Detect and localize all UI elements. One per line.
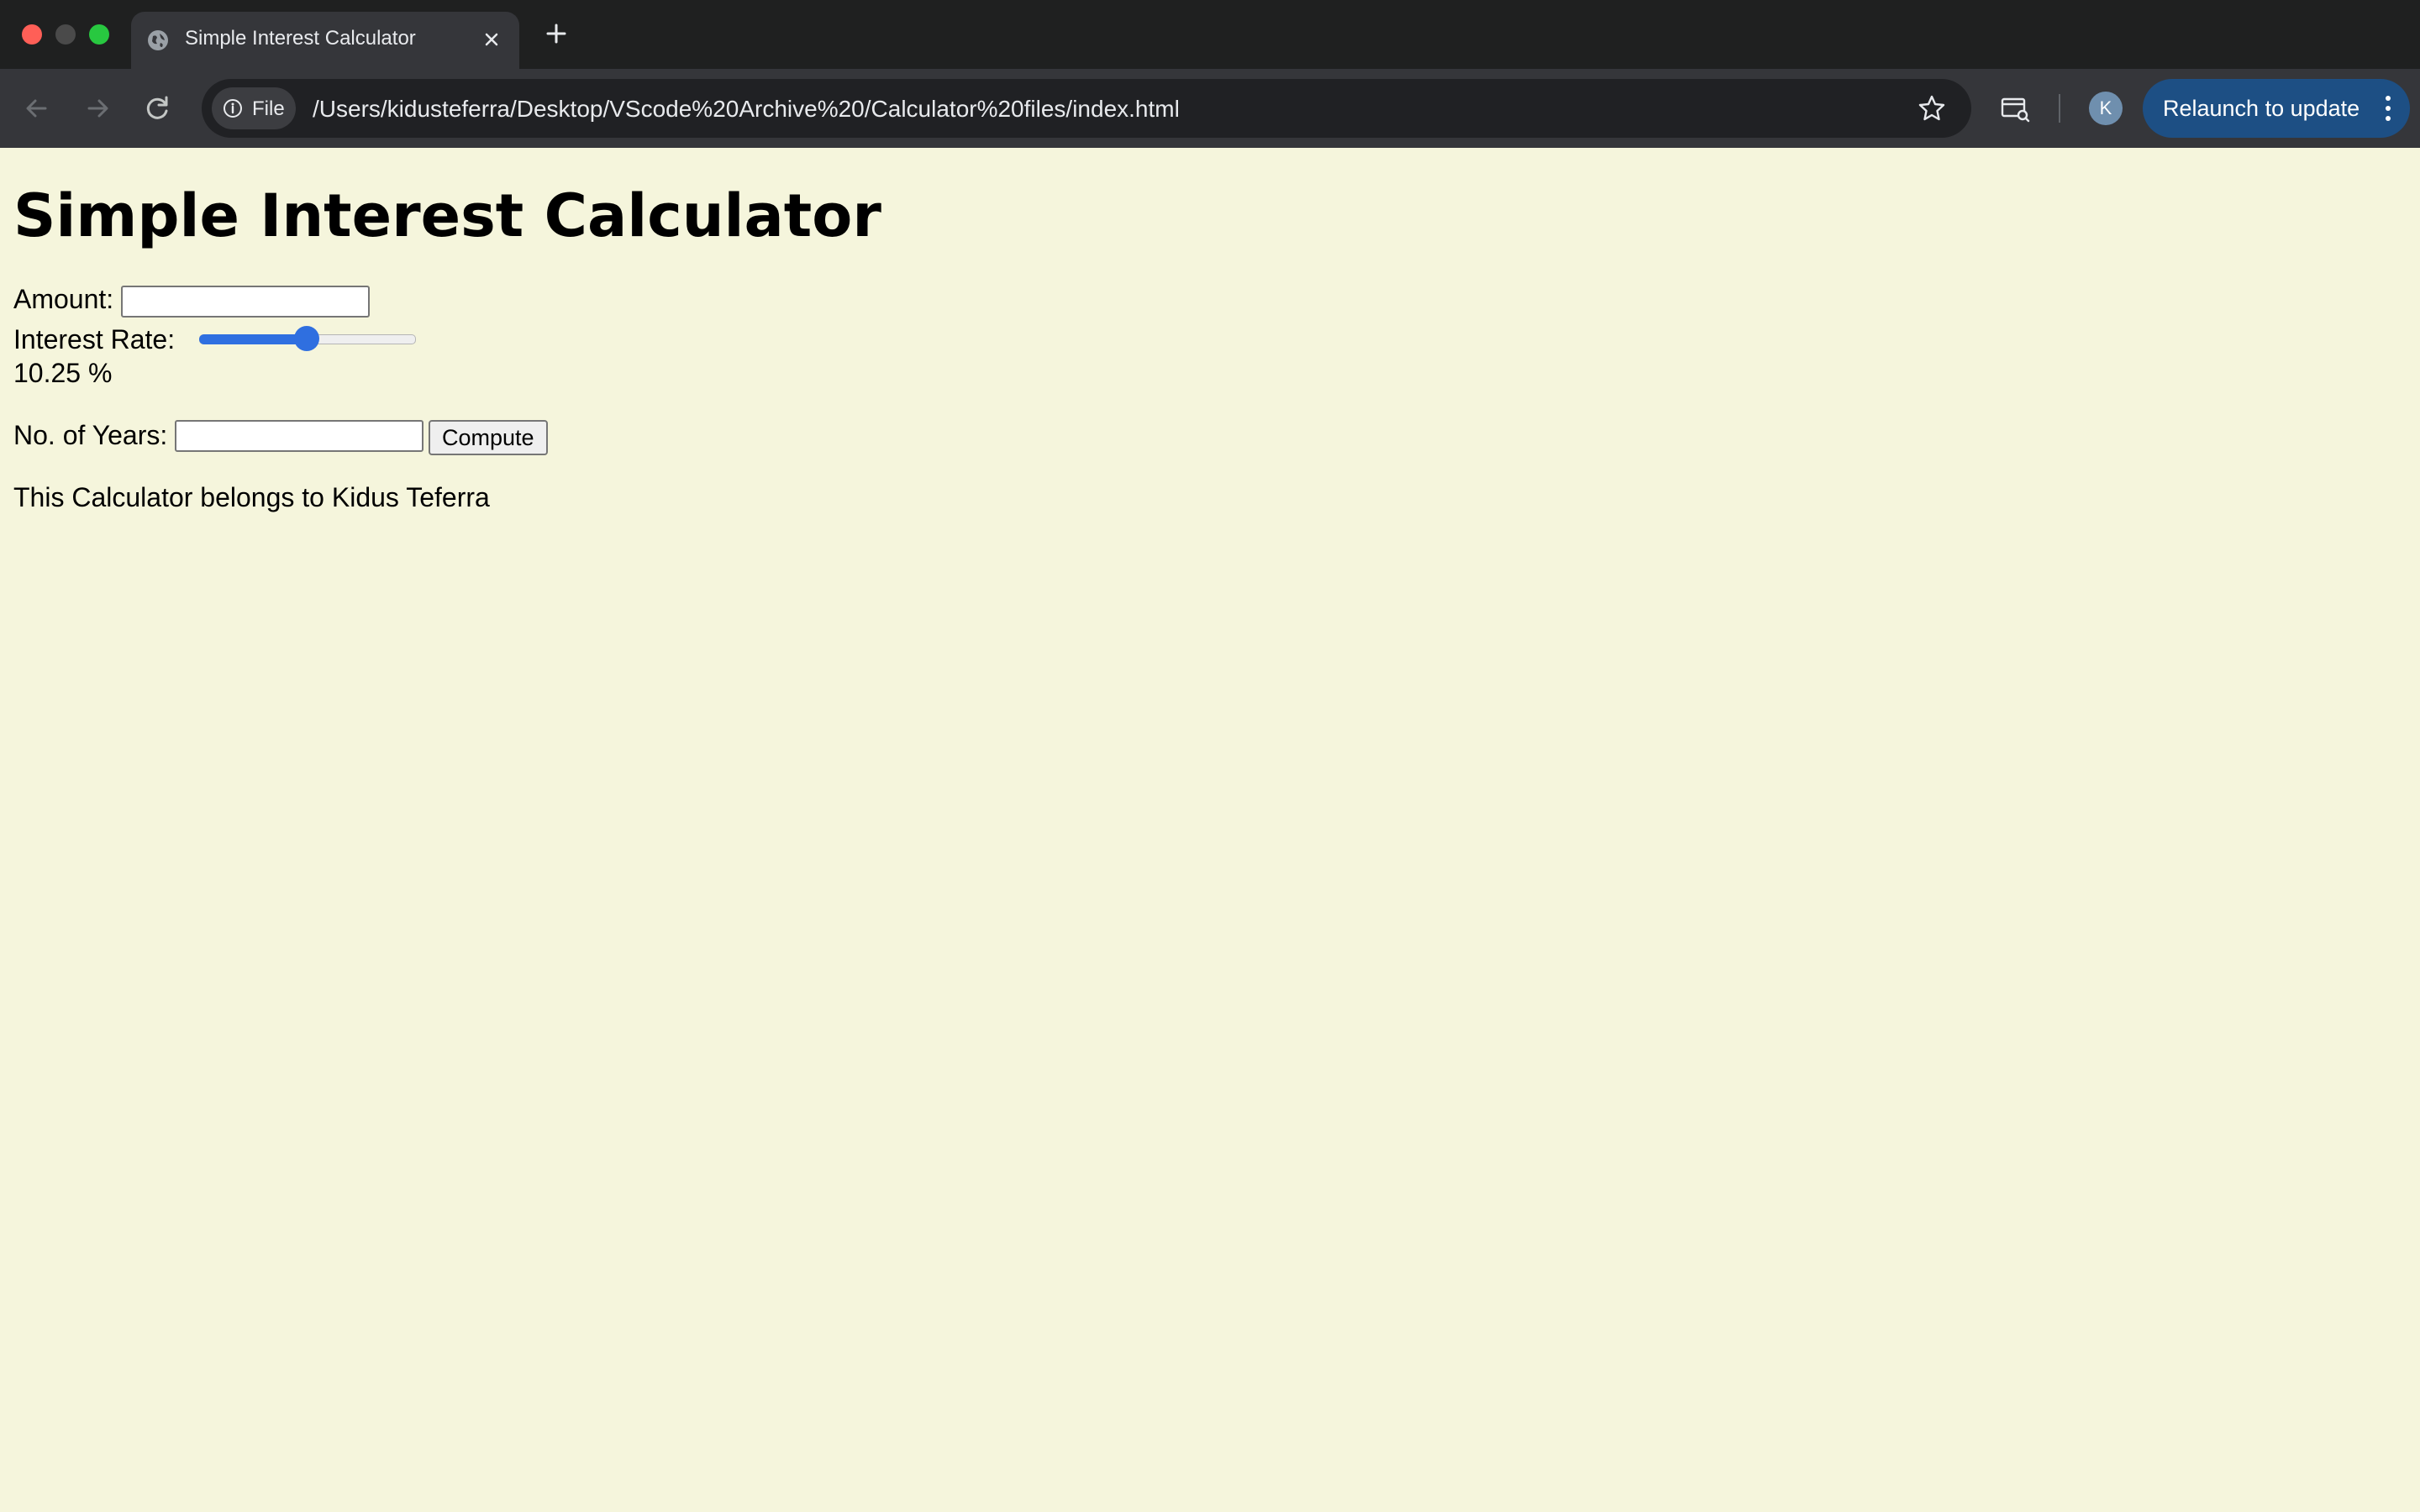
toolbar-divider [2059,94,2060,123]
site-chip-label: File [252,97,285,120]
bookmark-star-icon[interactable] [1916,92,1948,124]
back-arrow-icon[interactable] [17,88,57,129]
forward-arrow-icon[interactable] [77,88,118,129]
interest-rate-value: 10.25 % [13,358,113,388]
maximize-window-button[interactable] [89,24,109,45]
interest-rate-label: Interest Rate: [13,324,176,354]
site-info-chip[interactable]: File [212,87,296,129]
slider-fill [199,334,307,344]
close-window-button[interactable] [22,24,42,45]
new-tab-icon[interactable] [541,18,571,49]
years-label: No. of Years: [13,420,168,450]
tab-title: Simple Interest Calculator [185,27,416,50]
relaunch-label: Relaunch to update [2163,96,2360,121]
compute-button[interactable]: Compute [429,420,548,455]
browser-chrome: Simple Interest Calculator File /Users/k… [0,0,2420,148]
more-menu-icon[interactable] [2383,93,2393,123]
profile-avatar[interactable]: K [2089,92,2123,125]
years-input[interactable] [175,420,424,452]
browser-toolbar: File /Users/kidusteferra/Desktop/VScode%… [0,69,2420,148]
amount-input[interactable] [121,286,370,318]
relaunch-button[interactable]: Relaunch to update [2143,79,2410,138]
globe-icon [148,30,168,50]
info-icon [224,99,242,118]
reload-icon[interactable] [138,88,178,129]
browser-tab[interactable]: Simple Interest Calculator [131,12,519,69]
amount-label: Amount: [13,284,114,314]
address-bar[interactable]: File /Users/kidusteferra/Desktop/VScode%… [202,79,1971,138]
page-content: Simple Interest Calculator Amount: Inter… [13,148,2407,1500]
page-title: Simple Interest Calculator [13,181,881,250]
url-text[interactable]: /Users/kidusteferra/Desktop/VScode%20Arc… [313,96,1180,123]
slider-thumb[interactable] [294,326,319,351]
tab-search-icon[interactable] [1995,88,2035,129]
owner-text: This Calculator belongs to Kidus Teferra [13,482,490,512]
interest-rate-slider[interactable] [186,321,416,354]
close-tab-icon[interactable] [479,27,504,52]
tab-strip: Simple Interest Calculator [0,0,2420,69]
minimize-window-button[interactable] [55,24,76,45]
